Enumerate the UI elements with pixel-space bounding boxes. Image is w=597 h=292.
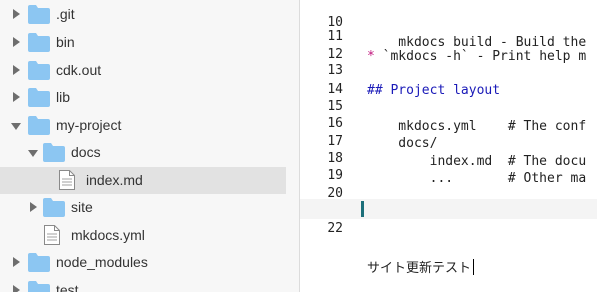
- chevron-right-icon[interactable]: [11, 249, 21, 276]
- chevron-right-icon[interactable]: [11, 29, 21, 56]
- tree-item-lib[interactable]: lib: [0, 84, 286, 111]
- code-editor[interactable]: 10 mkdocs build - Build the 11 * `mkdocs…: [300, 0, 597, 292]
- tree-item-mkdocs-yml[interactable]: mkdocs.yml: [0, 222, 286, 249]
- tree-item-label: index.md: [86, 172, 143, 188]
- editor-line-active[interactable]: 22 サイト更新テスト: [300, 199, 597, 276]
- chevron-down-icon[interactable]: [11, 112, 21, 139]
- tree-item-label: lib: [56, 89, 71, 105]
- folder-icon: [28, 116, 50, 135]
- editor-line[interactable]: 11 * `mkdocs -h` - Print help m: [300, 7, 597, 64]
- chevron-right-icon[interactable]: [11, 277, 21, 292]
- tree-item-cdk-out[interactable]: cdk.out: [0, 57, 286, 84]
- tree-item-site[interactable]: site: [0, 194, 286, 221]
- tree-item-label: cdk.out: [56, 62, 102, 78]
- current-line-marker: [361, 201, 364, 217]
- chevron-right-icon[interactable]: [11, 84, 21, 111]
- chevron-down-icon[interactable]: [28, 139, 38, 166]
- chevron-right-icon[interactable]: [28, 194, 38, 221]
- folder-icon: [43, 198, 65, 217]
- chevron-right-icon[interactable]: [11, 57, 21, 84]
- folder-icon: [28, 33, 50, 52]
- tree-item-label: site: [71, 199, 93, 215]
- tree-item-my-project[interactable]: my-project: [0, 112, 286, 139]
- editor-line[interactable]: 13 ## Project layout: [300, 41, 597, 98]
- folder-icon: [28, 61, 50, 80]
- tree-item-git[interactable]: .git: [0, 1, 286, 28]
- folder-icon: [28, 281, 50, 292]
- folder-icon: [28, 5, 50, 24]
- tree-item-bin[interactable]: bin: [0, 29, 286, 56]
- chevron-right-icon[interactable]: [11, 1, 21, 28]
- file-icon: [59, 170, 75, 190]
- tree-item-label: bin: [56, 34, 75, 50]
- tree-item-label: my-project: [56, 117, 122, 133]
- file-explorer: .git bin cdk.out lib my-project docs ind…: [0, 0, 300, 292]
- tree-item-docs[interactable]: docs: [0, 139, 286, 166]
- editor-line[interactable]: 21: [300, 181, 597, 218]
- editor-line[interactable]: 16 docs/: [300, 94, 597, 151]
- tree-item-label: .git: [56, 6, 75, 22]
- tree-item-label: mkdocs.yml: [71, 227, 145, 243]
- folder-icon: [28, 253, 50, 272]
- tree-item-label: node_modules: [56, 254, 148, 270]
- folder-icon: [43, 143, 65, 162]
- tree-item-label: test: [56, 282, 79, 292]
- text-caret: [473, 259, 475, 275]
- line-number: 22: [327, 221, 343, 236]
- tree-item-label: docs: [71, 144, 101, 160]
- tree-item-node-modules[interactable]: node_modules: [0, 249, 286, 276]
- folder-icon: [28, 88, 50, 107]
- editor-line[interactable]: 19: [300, 146, 597, 183]
- active-line-text: サイト更新テスト: [367, 261, 472, 276]
- tree-item-index-md[interactable]: index.md: [0, 167, 286, 194]
- line-text: サイト更新テスト: [367, 259, 475, 279]
- tree-item-test[interactable]: test: [0, 277, 286, 292]
- file-icon: [44, 225, 60, 245]
